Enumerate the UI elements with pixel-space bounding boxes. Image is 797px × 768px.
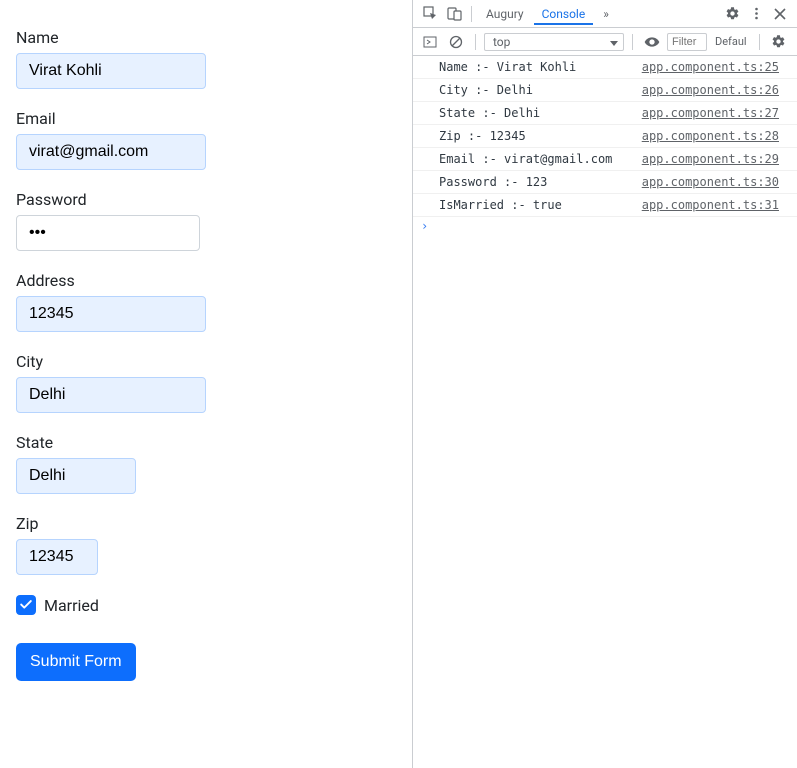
email-label: Email [16, 109, 396, 128]
city-input[interactable] [16, 377, 206, 413]
console-log-row: City :- Delhi app.component.ts:26 [413, 79, 797, 102]
context-select-value: top [493, 35, 510, 49]
console-source-link[interactable]: app.component.ts:29 [642, 151, 779, 167]
console-source-link[interactable]: app.component.ts:28 [642, 128, 779, 144]
console-msg: Email :- virat@gmail.com [439, 151, 612, 167]
console-source-link[interactable]: app.component.ts:31 [642, 197, 779, 213]
devtools-tabbar: Augury Console » [413, 0, 797, 28]
tab-more[interactable]: » [595, 3, 617, 25]
console-source-link[interactable]: app.component.ts:25 [642, 59, 779, 75]
console-log-row: Email :- virat@gmail.com app.component.t… [413, 148, 797, 171]
console-msg: Password :- 123 [439, 174, 547, 190]
form-group-name: Name [16, 28, 396, 89]
console-source-link[interactable]: app.component.ts:30 [642, 174, 779, 190]
form-group-state: State [16, 433, 396, 494]
live-expression-eye-icon[interactable] [641, 31, 663, 53]
settings-gear-icon[interactable] [721, 3, 743, 25]
married-label: Married [44, 596, 99, 615]
console-source-link[interactable]: app.component.ts:26 [642, 82, 779, 98]
console-sidebar-toggle-icon[interactable] [419, 31, 441, 53]
clear-console-icon[interactable] [445, 31, 467, 53]
password-input[interactable] [16, 215, 200, 251]
password-label: Password [16, 190, 396, 209]
console-log-row: IsMarried :- true app.component.ts:31 [413, 194, 797, 217]
inspect-element-icon[interactable] [419, 3, 441, 25]
divider [632, 34, 633, 50]
console-msg: Name :- Virat Kohli [439, 59, 576, 75]
log-level-select[interactable]: Defaul [711, 33, 751, 50]
console-log-row: Zip :- 12345 app.component.ts:28 [413, 125, 797, 148]
device-toggle-icon[interactable] [443, 3, 465, 25]
context-select[interactable]: top [484, 33, 624, 51]
close-icon[interactable] [769, 3, 791, 25]
form-group-password: Password [16, 190, 396, 251]
form-group-zip: Zip [16, 514, 396, 575]
filter-input[interactable] [667, 33, 707, 51]
checkmark-icon [19, 598, 33, 612]
console-log-row: Password :- 123 app.component.ts:30 [413, 171, 797, 194]
console-log-row: State :- Delhi app.component.ts:27 [413, 102, 797, 125]
zip-input[interactable] [16, 539, 98, 575]
form-group-city: City [16, 352, 396, 413]
married-check-row[interactable]: Married [16, 595, 396, 615]
divider [475, 34, 476, 50]
console-source-link[interactable]: app.component.ts:27 [642, 105, 779, 121]
console-msg: City :- Delhi [439, 82, 533, 98]
console-settings-gear-icon[interactable] [768, 31, 790, 53]
devtools-panel: Augury Console » top Defaul [412, 0, 797, 768]
tab-augury[interactable]: Augury [478, 3, 532, 25]
address-label: Address [16, 271, 396, 290]
city-label: City [16, 352, 396, 371]
state-input[interactable] [16, 458, 136, 494]
console-toolbar: top Defaul [413, 28, 797, 56]
console-msg: Zip :- 12345 [439, 128, 526, 144]
divider [759, 34, 760, 50]
console-log-row: Name :- Virat Kohli app.component.ts:25 [413, 56, 797, 79]
console-msg: State :- Delhi [439, 105, 540, 121]
kebab-menu-icon[interactable] [745, 3, 767, 25]
tab-console[interactable]: Console [534, 3, 594, 25]
address-input[interactable] [16, 296, 206, 332]
name-input[interactable] [16, 53, 206, 89]
form-group-email: Email [16, 109, 396, 170]
name-label: Name [16, 28, 396, 47]
form-panel: Name Email Password Address City State Z… [0, 0, 412, 768]
console-output: Name :- Virat Kohli app.component.ts:25 … [413, 56, 797, 768]
divider [471, 6, 472, 22]
console-msg: IsMarried :- true [439, 197, 562, 213]
zip-label: Zip [16, 514, 396, 533]
form-group-address: Address [16, 271, 396, 332]
email-input[interactable] [16, 134, 206, 170]
console-prompt[interactable]: › [413, 217, 797, 235]
state-label: State [16, 433, 396, 452]
married-checkbox[interactable] [16, 595, 36, 615]
submit-button[interactable]: Submit Form [16, 643, 136, 681]
